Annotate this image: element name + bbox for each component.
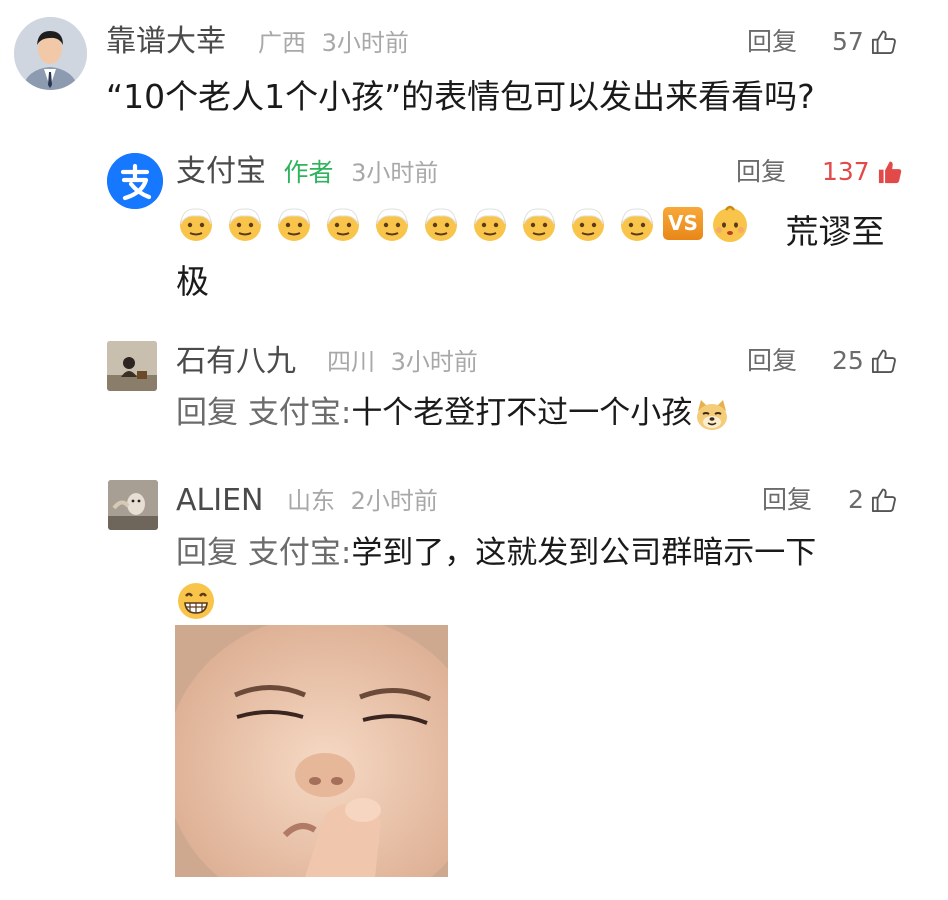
- username[interactable]: ALIEN: [176, 481, 263, 521]
- username[interactable]: 支付宝 作者 3小时前: [176, 152, 438, 193]
- user-avatar[interactable]: [14, 17, 87, 90]
- alipay-avatar[interactable]: [107, 153, 163, 209]
- thumbs-up-icon: [871, 488, 896, 513]
- like-button[interactable]: 57: [832, 25, 898, 59]
- reply-to-prefix: 回复 支付宝:: [176, 395, 352, 431]
- username[interactable]: 石有八九: [176, 342, 296, 382]
- comment-item: 靠谱大幸 广西 3小时前 回复 57 “10个老人1个小孩”的表情包可以发出来看…: [0, 0, 948, 130]
- username-text: 支付宝: [176, 154, 266, 189]
- comment-text: 学到了，这就发到公司群暗示一下: [351, 535, 817, 571]
- emoji-sequence: VS: [176, 202, 775, 244]
- comment-content: VS 荒谬至 极: [176, 202, 896, 307]
- older-man-emoji: [229, 208, 261, 241]
- comment-meta: 四川 3小时前: [327, 346, 478, 378]
- time-text: 2小时前: [350, 487, 438, 515]
- meme-image[interactable]: [175, 625, 448, 877]
- comment-content: 回复 支付宝:学到了，这就发到公司群暗示一下: [176, 530, 916, 622]
- older-man-emoji: [376, 208, 408, 241]
- reply-button[interactable]: 回复: [736, 155, 786, 189]
- older-man-emoji: [278, 208, 310, 241]
- like-count: 137: [822, 157, 870, 186]
- username[interactable]: 靠谱大幸: [106, 22, 226, 62]
- user-avatar[interactable]: [107, 341, 157, 391]
- comment-text: 十个老登打不过一个小孩: [351, 395, 693, 431]
- time-text: 3小时前: [351, 159, 439, 187]
- reply-button[interactable]: 回复: [747, 344, 797, 378]
- reply-button[interactable]: 回复: [762, 483, 812, 517]
- older-man-emoji: [474, 208, 506, 241]
- thumbs-up-icon: [871, 349, 896, 374]
- alipay-logo-icon: [107, 153, 163, 209]
- time-text: 3小时前: [390, 348, 478, 376]
- reply-button[interactable]: 回复: [747, 25, 797, 59]
- baby-emoji: [713, 205, 747, 242]
- comment-item: 支付宝 作者 3小时前 回复 137 VS 荒谬至 极: [0, 130, 948, 310]
- location-text: 四川: [327, 348, 375, 376]
- comment-text-continued: 极: [176, 262, 209, 301]
- comment-item: ALIEN 山东 2小时前 回复 2 回复 支付宝:学到了，这就发到公司群暗示一…: [0, 460, 948, 900]
- comment-text: 荒谬至: [785, 212, 885, 251]
- older-man-emoji: [572, 208, 604, 241]
- older-man-emoji: [621, 208, 653, 241]
- older-man-emoji: [327, 208, 359, 241]
- author-badge: 作者: [283, 158, 334, 187]
- user-avatar[interactable]: [108, 480, 158, 530]
- like-count: 25: [832, 346, 864, 375]
- comment-item: 石有八九 四川 3小时前 回复 25 回复 支付宝:十个老登打不过一个小孩: [0, 310, 948, 460]
- comment-text: “10个老人1个小孩”的表情包可以发出来看看吗?: [106, 77, 815, 116]
- comment-content: 回复 支付宝:十个老登打不过一个小孩: [176, 390, 730, 436]
- doge-emoji: [697, 399, 728, 430]
- like-button[interactable]: 2: [848, 483, 898, 517]
- grinning-face-emoji: [178, 582, 214, 619]
- comment-meta: 广西 3小时前: [258, 27, 409, 59]
- location-text: 山东: [287, 487, 335, 515]
- older-man-emoji: [425, 208, 457, 241]
- like-button[interactable]: 137: [822, 155, 904, 189]
- vs-emoji: VS: [663, 206, 703, 240]
- comment-meta: 山东 2小时前: [287, 485, 438, 517]
- older-man-emoji: [180, 208, 212, 241]
- like-button[interactable]: 25: [832, 344, 898, 378]
- thumbs-up-icon: [871, 30, 896, 55]
- like-count: 2: [848, 485, 864, 514]
- older-man-emoji: [523, 208, 555, 241]
- location-text: 广西: [258, 29, 306, 57]
- thumbs-up-filled-icon: [878, 161, 901, 184]
- reply-to-prefix: 回复 支付宝:: [176, 535, 352, 571]
- like-count: 57: [832, 27, 864, 56]
- time-text: 3小时前: [321, 29, 409, 57]
